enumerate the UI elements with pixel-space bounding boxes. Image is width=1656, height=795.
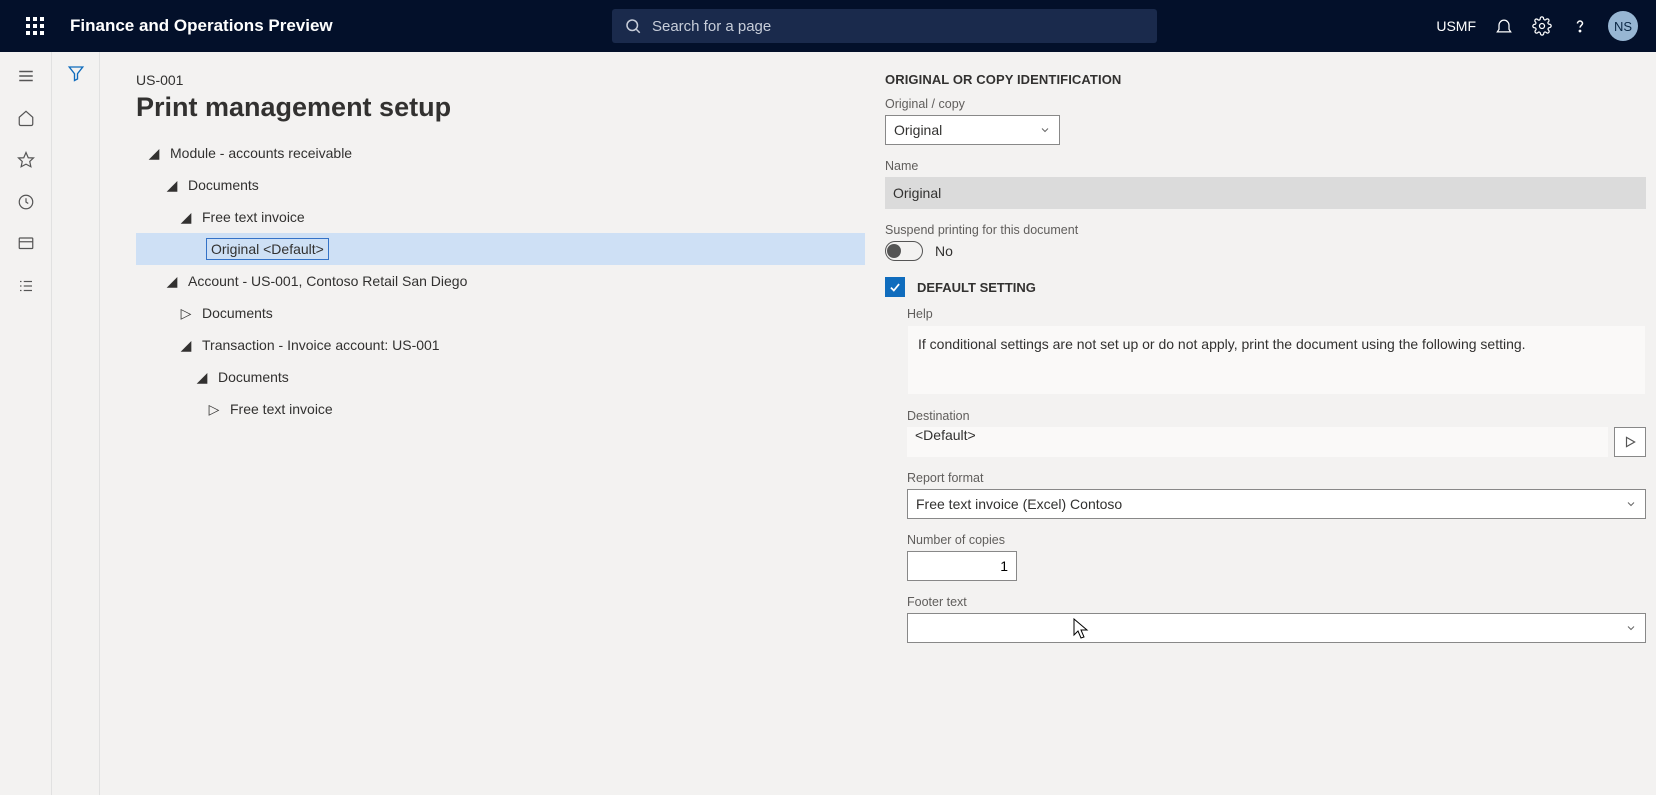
caret-down-icon: ◢ [164, 273, 180, 290]
chevron-down-icon [1039, 124, 1051, 136]
caret-down-icon: ◢ [194, 369, 210, 386]
app-launcher-icon[interactable] [20, 11, 50, 41]
input-destination[interactable]: <Default> [907, 427, 1608, 457]
label-original-copy: Original / copy [885, 97, 1646, 111]
tree-item-original-default[interactable]: Original <Default> [136, 233, 865, 265]
input-name: Original [885, 177, 1646, 209]
toggle-suspend-value: No [935, 243, 953, 259]
chevron-down-icon [1625, 622, 1637, 634]
label-help: Help [907, 307, 1646, 321]
caret-down-icon: ◢ [146, 145, 162, 162]
hamburger-icon[interactable] [14, 64, 38, 88]
sub-rail [52, 52, 100, 795]
label-copies: Number of copies [907, 533, 1646, 547]
tree-item-documents[interactable]: ◢ Documents [136, 169, 865, 201]
label-footer: Footer text [907, 595, 1646, 609]
label-destination: Destination [907, 409, 1646, 423]
caret-down-icon: ◢ [178, 337, 194, 354]
tree: ◢ Module - accounts receivable ◢ Documen… [136, 137, 865, 425]
star-icon[interactable] [14, 148, 38, 172]
tree-item-documents-transaction[interactable]: ◢ Documents [136, 361, 865, 393]
workspace-icon[interactable] [14, 232, 38, 256]
toggle-suspend[interactable] [885, 241, 923, 261]
input-number-of-copies[interactable] [907, 551, 1017, 581]
app-title: Finance and Operations Preview [70, 16, 333, 36]
gear-icon[interactable] [1532, 16, 1552, 36]
filter-icon[interactable] [67, 64, 85, 795]
select-original-copy[interactable]: Original [885, 115, 1060, 145]
destination-go-button[interactable] [1614, 427, 1646, 457]
tree-item-account[interactable]: ◢ Account - US-001, Contoso Retail San D… [136, 265, 865, 297]
help-text: If conditional settings are not set up o… [907, 325, 1646, 395]
modules-icon[interactable] [14, 274, 38, 298]
help-icon[interactable] [1570, 16, 1590, 36]
search-input[interactable] [612, 9, 1157, 43]
caret-right-icon: ▷ [206, 401, 222, 418]
caret-right-icon: ▷ [178, 305, 194, 322]
tree-item-transaction[interactable]: ◢ Transaction - Invoice account: US-001 [136, 329, 865, 361]
label-default-setting: DEFAULT SETTING [917, 280, 1036, 295]
tree-item-module[interactable]: ◢ Module - accounts receivable [136, 137, 865, 169]
company-picker[interactable]: USMF [1436, 18, 1476, 34]
top-bar: Finance and Operations Preview USMF N [0, 0, 1656, 52]
checkbox-default-setting[interactable] [885, 277, 905, 297]
search-icon [624, 17, 642, 35]
left-rail [0, 52, 52, 795]
bell-icon[interactable] [1494, 16, 1514, 36]
chevron-down-icon [1625, 498, 1637, 510]
caret-down-icon: ◢ [164, 177, 180, 194]
avatar[interactable]: NS [1608, 11, 1638, 41]
select-footer-text[interactable] [907, 613, 1646, 643]
select-report-format[interactable]: Free text invoice (Excel) Contoso [907, 489, 1646, 519]
label-report-format: Report format [907, 471, 1646, 485]
breadcrumb: US-001 [136, 72, 865, 88]
page-title: Print management setup [136, 92, 865, 123]
home-icon[interactable] [14, 106, 38, 130]
tree-item-fti-transaction[interactable]: ▷ Free text invoice [136, 393, 865, 425]
tree-item-documents-account[interactable]: ▷ Documents [136, 297, 865, 329]
tree-item-free-text-invoice[interactable]: ◢ Free text invoice [136, 201, 865, 233]
label-name: Name [885, 159, 1646, 173]
caret-down-icon: ◢ [178, 209, 194, 226]
section-header-identification: ORIGINAL OR COPY IDENTIFICATION [885, 72, 1646, 87]
clock-icon[interactable] [14, 190, 38, 214]
label-suspend: Suspend printing for this document [885, 223, 1646, 237]
